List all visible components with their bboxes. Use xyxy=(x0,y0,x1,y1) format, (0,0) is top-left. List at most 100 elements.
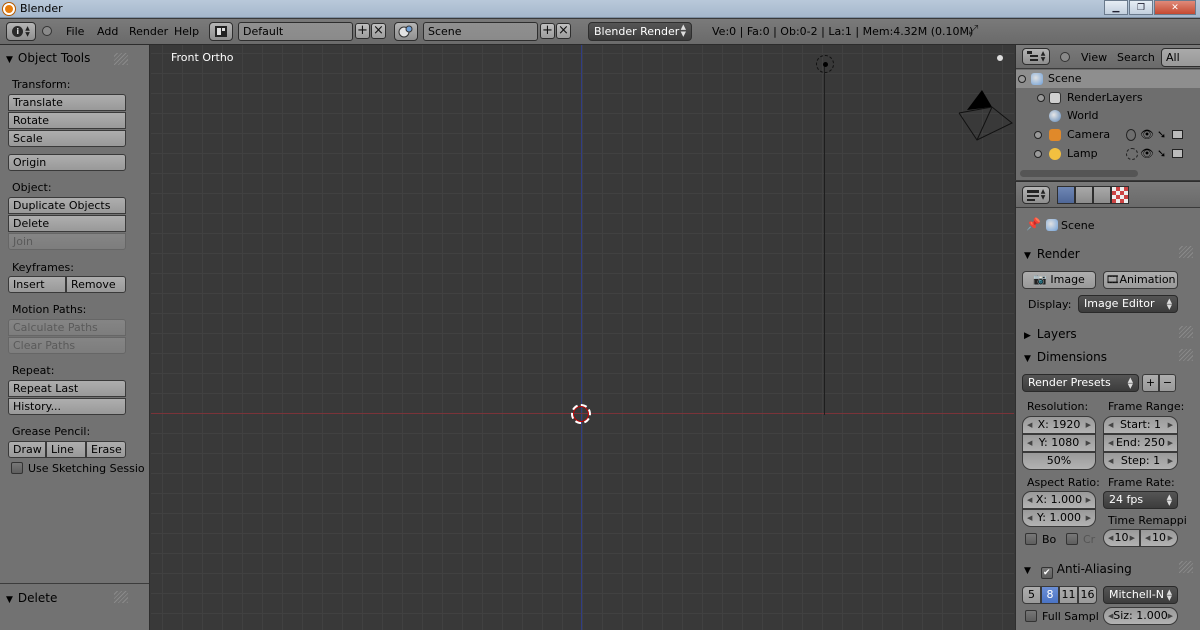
fullscreen-icon[interactable]: ⤢ xyxy=(968,24,984,39)
aa-samples-16[interactable]: 16 xyxy=(1078,586,1097,604)
aa-filter-size-field[interactable]: ◀ Siz: 1.000 ▶ xyxy=(1103,607,1178,625)
anti-aliasing-panel-header[interactable]: ▼ ✔ Anti-Aliasing xyxy=(1024,562,1132,579)
aspect-x-field[interactable]: ◀ X: 1.000 ▶ xyxy=(1022,491,1096,509)
renderable-camera-icon[interactable] xyxy=(1172,149,1183,158)
screen-layout-field[interactable]: Default xyxy=(238,22,353,41)
decrement-arrow-icon[interactable]: ◀ xyxy=(1108,608,1113,624)
increment-arrow-icon[interactable]: ▶ xyxy=(1086,492,1091,508)
decrement-arrow-icon[interactable]: ◀ xyxy=(1108,435,1113,451)
outliner-item-scene[interactable]: Scene xyxy=(1016,70,1200,88)
panel-grip-icon[interactable] xyxy=(114,591,128,603)
decrement-arrow-icon[interactable]: ◀ xyxy=(1027,492,1032,508)
grease-line-button[interactable]: Line xyxy=(46,441,86,458)
screen-layout-icon[interactable] xyxy=(209,22,233,41)
outliner-editor-selector[interactable]: ▲ ▼ xyxy=(1022,48,1050,65)
aspect-y-field[interactable]: ◀ Y: 1.000 ▶ xyxy=(1022,509,1096,527)
3d-viewport[interactable]: Front Ortho xyxy=(151,45,1014,630)
frame-start-field[interactable]: ◀ Start: 1 ▶ xyxy=(1103,416,1178,434)
frame-step-field[interactable]: ◀ Step: 1 ▶ xyxy=(1103,452,1178,470)
expand-icon[interactable] xyxy=(1034,150,1042,158)
properties-editor-selector[interactable]: ▲ ▼ xyxy=(1022,186,1050,204)
object-tools-header[interactable]: ▼ Object Tools xyxy=(6,51,90,65)
decrement-arrow-icon[interactable]: ◀ xyxy=(1108,453,1113,469)
maximize-button[interactable]: ❐ xyxy=(1129,0,1153,15)
outliner-item-world[interactable]: World xyxy=(1016,107,1200,125)
aa-samples-8[interactable]: 8 xyxy=(1041,586,1059,604)
dimensions-panel-header[interactable]: ▼ Dimensions xyxy=(1024,350,1107,364)
rotate-button[interactable]: Rotate xyxy=(8,112,126,129)
outliner-scrollbar[interactable] xyxy=(1020,170,1138,177)
aa-filter-dropdown[interactable]: Mitchell-N ▲ ▼ xyxy=(1103,586,1178,604)
decrement-arrow-icon[interactable]: ◀ xyxy=(1145,530,1150,546)
decrement-arrow-icon[interactable]: ◀ xyxy=(1027,510,1032,526)
menu-file[interactable]: File xyxy=(66,25,84,38)
scale-button[interactable]: Scale xyxy=(8,130,126,147)
aa-samples-11[interactable]: 11 xyxy=(1059,586,1078,604)
grease-erase-button[interactable]: Erase xyxy=(86,441,126,458)
time-remap-new-field[interactable]: ◀ 10 ▶ xyxy=(1140,529,1178,547)
anti-aliasing-checkbox[interactable]: ✔ xyxy=(1040,567,1053,579)
camera-data-icon[interactable] xyxy=(1126,129,1136,141)
scene-field[interactable]: Scene xyxy=(423,22,538,41)
decrement-arrow-icon[interactable]: ◀ xyxy=(1027,417,1032,433)
visibility-eye-icon[interactable]: 👁 xyxy=(1140,145,1154,163)
render-animation-button[interactable]: 🎞Animation xyxy=(1103,271,1178,289)
scene-icon[interactable] xyxy=(394,22,418,41)
add-layout-button[interactable]: + xyxy=(355,23,370,39)
menu-render[interactable]: Render xyxy=(129,25,168,38)
selectable-arrow-icon[interactable]: ➘ xyxy=(1157,126,1166,144)
outliner-search-menu[interactable]: Search xyxy=(1117,51,1155,64)
full-sample-checkbox[interactable] xyxy=(1025,610,1037,622)
remove-keyframe-button[interactable]: Remove xyxy=(66,276,126,293)
increment-arrow-icon[interactable]: ▶ xyxy=(1168,530,1173,546)
resolution-percentage-slider[interactable]: 50% xyxy=(1022,452,1096,470)
collapse-menus-icon[interactable] xyxy=(42,26,52,36)
renderable-camera-icon[interactable] xyxy=(1172,130,1183,139)
decrement-arrow-icon[interactable]: ◀ xyxy=(1027,435,1032,451)
visibility-eye-icon[interactable]: 👁 xyxy=(1140,126,1154,144)
region-toggle-icon[interactable] xyxy=(997,55,1003,61)
outliner-item-lamp[interactable]: Lamp 👁 ➘ xyxy=(1016,145,1200,163)
camera-object[interactable] xyxy=(957,85,1014,145)
resolution-x-field[interactable]: ◀ X: 1920 ▶ xyxy=(1022,416,1096,434)
scene-context-tab[interactable] xyxy=(1075,186,1093,204)
panel-grip-icon[interactable] xyxy=(1179,561,1193,573)
texture-context-tab[interactable] xyxy=(1111,186,1129,204)
expand-icon[interactable] xyxy=(1037,94,1045,102)
menu-add[interactable]: Add xyxy=(97,25,118,38)
expand-icon[interactable] xyxy=(1034,131,1042,139)
aa-samples-5[interactable]: 5 xyxy=(1022,586,1041,604)
render-presets-dropdown[interactable]: Render Presets ▲ ▼ xyxy=(1022,374,1139,392)
panel-grip-icon[interactable] xyxy=(114,53,128,65)
add-preset-button[interactable]: + xyxy=(1142,374,1159,392)
decrement-arrow-icon[interactable]: ◀ xyxy=(1108,530,1113,546)
calculate-paths-button[interactable]: Calculate Paths xyxy=(8,319,126,336)
3d-cursor[interactable] xyxy=(571,404,591,424)
collapse-menus-icon[interactable] xyxy=(1060,52,1070,62)
duplicate-objects-button[interactable]: Duplicate Objects xyxy=(8,197,126,214)
panel-grip-icon[interactable] xyxy=(1179,349,1193,361)
outliner-item-renderlayers[interactable]: RenderLayers xyxy=(1016,89,1200,107)
clear-paths-button[interactable]: Clear Paths xyxy=(8,337,126,354)
outliner-view-menu[interactable]: View xyxy=(1081,51,1107,64)
time-remap-old-field[interactable]: ◀ 10 ▶ xyxy=(1103,529,1140,547)
lamp-data-icon[interactable] xyxy=(1126,148,1138,160)
expand-icon[interactable] xyxy=(1018,75,1026,83)
border-checkbox[interactable] xyxy=(1025,533,1037,545)
pin-icon[interactable]: 📌 xyxy=(1026,217,1041,231)
resolution-y-field[interactable]: ◀ Y: 1080 ▶ xyxy=(1022,434,1096,452)
panel-grip-icon[interactable] xyxy=(1179,326,1193,338)
minimize-button[interactable]: ▁ xyxy=(1104,0,1128,15)
display-dropdown[interactable]: Image Editor ▲ ▼ xyxy=(1078,295,1178,313)
render-panel-header[interactable]: ▼ Render xyxy=(1024,247,1080,261)
frame-end-field[interactable]: ◀ End: 250 ▶ xyxy=(1103,434,1178,452)
frame-rate-dropdown[interactable]: 24 fps ▲ ▼ xyxy=(1103,491,1178,509)
remove-layout-button[interactable]: × xyxy=(371,23,386,39)
increment-arrow-icon[interactable]: ▶ xyxy=(1168,453,1173,469)
render-image-button[interactable]: 📷 Image xyxy=(1022,271,1096,289)
crop-checkbox[interactable] xyxy=(1066,533,1078,545)
menu-help[interactable]: Help xyxy=(174,25,199,38)
increment-arrow-icon[interactable]: ▶ xyxy=(1168,608,1173,624)
panel-grip-icon[interactable] xyxy=(1179,246,1193,258)
origin-button[interactable]: Origin xyxy=(8,154,126,171)
